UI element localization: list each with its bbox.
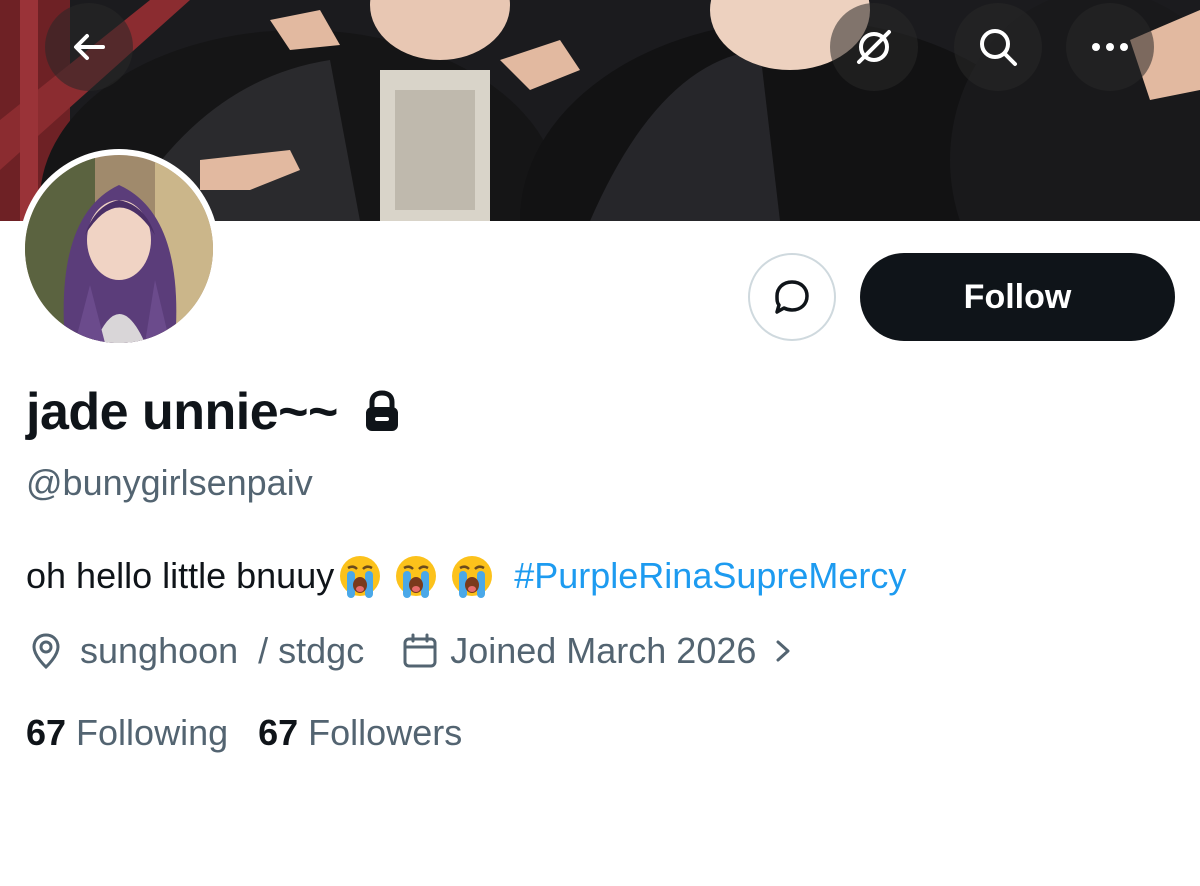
follow-counts: 67 Following 67 Followers: [26, 712, 462, 754]
bio-text: oh hello little bnuuy: [26, 555, 335, 596]
follow-button[interactable]: Follow: [860, 253, 1175, 341]
calendar-icon: [403, 633, 437, 668]
following-label: Following: [76, 712, 229, 753]
followers-count: 67: [258, 712, 299, 753]
joined-text: Joined March 2026: [450, 630, 757, 671]
bio-hashtag-link[interactable]: #PurpleRinaSupreMercy: [514, 555, 906, 597]
location-text: sunghoon / stdgc: [80, 630, 365, 671]
profile-avatar[interactable]: [19, 149, 219, 349]
joined-item[interactable]: Joined March 2026: [400, 630, 794, 672]
search-icon: [980, 29, 1017, 66]
followers-link[interactable]: 67 Followers: [258, 712, 462, 754]
following-link[interactable]: 67 Following: [26, 712, 228, 754]
back-button[interactable]: [45, 3, 133, 91]
grok-button[interactable]: [830, 3, 918, 91]
slashed-circle-icon: [857, 30, 891, 64]
more-button[interactable]: [1066, 3, 1154, 91]
arrow-left-icon: [74, 34, 105, 60]
loudly-crying-face-icon: [450, 554, 494, 598]
profile-handle: @bunygirlsenpaiv: [26, 462, 313, 503]
profile-bio: oh hello little bnuuy #PurpleRinaSupreMe…: [26, 554, 906, 598]
followers-label: Followers: [308, 712, 463, 753]
location-item: sunghoon / stdgc: [26, 630, 364, 672]
more-dots-icon: [1092, 43, 1128, 51]
display-name: jade unnie~~: [26, 382, 402, 442]
display-name-text: jade unnie~~: [26, 383, 338, 441]
message-bubble-icon: [775, 280, 809, 314]
chevron-right-icon: [776, 640, 790, 662]
avatar-photo: [25, 155, 213, 343]
following-count: 67: [26, 712, 67, 753]
search-button[interactable]: [954, 3, 1042, 91]
loudly-crying-face-icon: [394, 554, 438, 598]
location-pin-icon: [32, 633, 60, 670]
loudly-crying-face-icon: [338, 554, 382, 598]
lock-icon: [362, 390, 402, 434]
message-button[interactable]: [748, 253, 836, 341]
profile-meta: sunghoon / stdgc Joined March 2026: [26, 630, 794, 672]
